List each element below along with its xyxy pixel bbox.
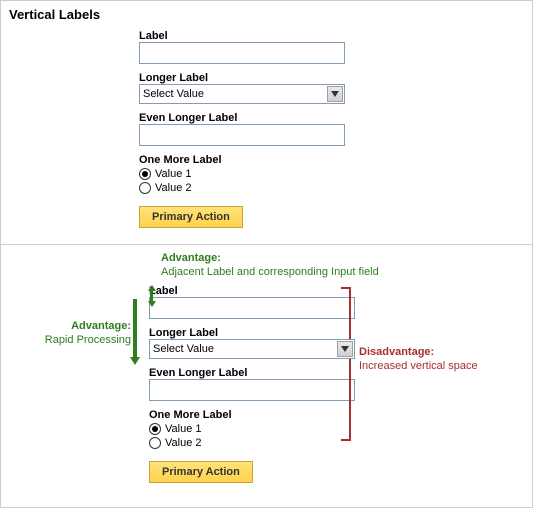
select-text: Select Value bbox=[143, 88, 204, 100]
radio-option-2b[interactable]: Value 2 bbox=[149, 437, 359, 449]
arrow-line-icon bbox=[150, 291, 153, 301]
disadvantage-text: Increased vertical space bbox=[359, 360, 478, 372]
label-1: Label bbox=[139, 30, 349, 42]
primary-action-button-b[interactable]: Primary Action bbox=[149, 461, 253, 483]
label-4: One More Label bbox=[139, 154, 349, 166]
annotation-advantage-left: Advantage: Rapid Processing bbox=[31, 319, 131, 348]
input-3b[interactable] bbox=[149, 379, 355, 401]
disadvantage-title: Disadvantage: bbox=[359, 346, 434, 358]
bracket-icon bbox=[341, 287, 351, 441]
arrow-down-left-icon bbox=[130, 357, 140, 365]
advantage-text-2: Rapid Processing bbox=[45, 334, 131, 346]
advantage-text: Adjacent Label and corresponding Input f… bbox=[161, 266, 379, 278]
section-annotated: Advantage: Adjacent Label and correspond… bbox=[1, 245, 532, 507]
label-1b: Label bbox=[149, 285, 359, 297]
label-3b: Even Longer Label bbox=[149, 367, 359, 379]
select-value-b[interactable]: Select Value bbox=[149, 339, 355, 359]
radio-label-1b: Value 1 bbox=[165, 423, 202, 435]
form-block-2: Label Longer Label Select Value Even Lon… bbox=[149, 285, 359, 483]
radio-option-1[interactable]: Value 1 bbox=[139, 168, 349, 180]
form-block-1: Label Longer Label Select Value Even Lon… bbox=[139, 30, 349, 228]
label-4b: One More Label bbox=[149, 409, 359, 421]
input-1[interactable] bbox=[139, 42, 345, 64]
annotation-disadvantage: Disadvantage: Increased vertical space bbox=[359, 345, 478, 374]
arrow-line-left-icon bbox=[133, 299, 137, 357]
radio-label-2b: Value 2 bbox=[165, 437, 202, 449]
label-2b: Longer Label bbox=[149, 327, 359, 339]
label-3: Even Longer Label bbox=[139, 112, 349, 124]
chevron-down-icon bbox=[337, 341, 353, 357]
radio-label-2: Value 2 bbox=[155, 182, 192, 194]
select-value[interactable]: Select Value bbox=[139, 84, 345, 104]
radio-icon bbox=[139, 168, 151, 180]
annotation-advantage-top: Advantage: Adjacent Label and correspond… bbox=[161, 251, 379, 280]
radio-icon bbox=[149, 423, 161, 435]
page-title: Vertical Labels bbox=[9, 7, 524, 22]
advantage-title-2: Advantage: bbox=[71, 320, 131, 332]
advantage-title: Advantage: bbox=[161, 252, 221, 264]
radio-label-1: Value 1 bbox=[155, 168, 192, 180]
radio-icon bbox=[149, 437, 161, 449]
chevron-down-icon bbox=[327, 86, 343, 102]
label-2: Longer Label bbox=[139, 72, 349, 84]
select-text-b: Select Value bbox=[153, 343, 214, 355]
container: Vertical Labels Label Longer Label Selec… bbox=[0, 0, 533, 508]
primary-action-button[interactable]: Primary Action bbox=[139, 206, 243, 228]
arrow-down-icon bbox=[148, 301, 156, 307]
section-plain: Vertical Labels Label Longer Label Selec… bbox=[1, 1, 532, 245]
input-3[interactable] bbox=[139, 124, 345, 146]
radio-icon bbox=[139, 182, 151, 194]
radio-option-2[interactable]: Value 2 bbox=[139, 182, 349, 194]
radio-option-1b[interactable]: Value 1 bbox=[149, 423, 359, 435]
input-1b[interactable] bbox=[149, 297, 355, 319]
